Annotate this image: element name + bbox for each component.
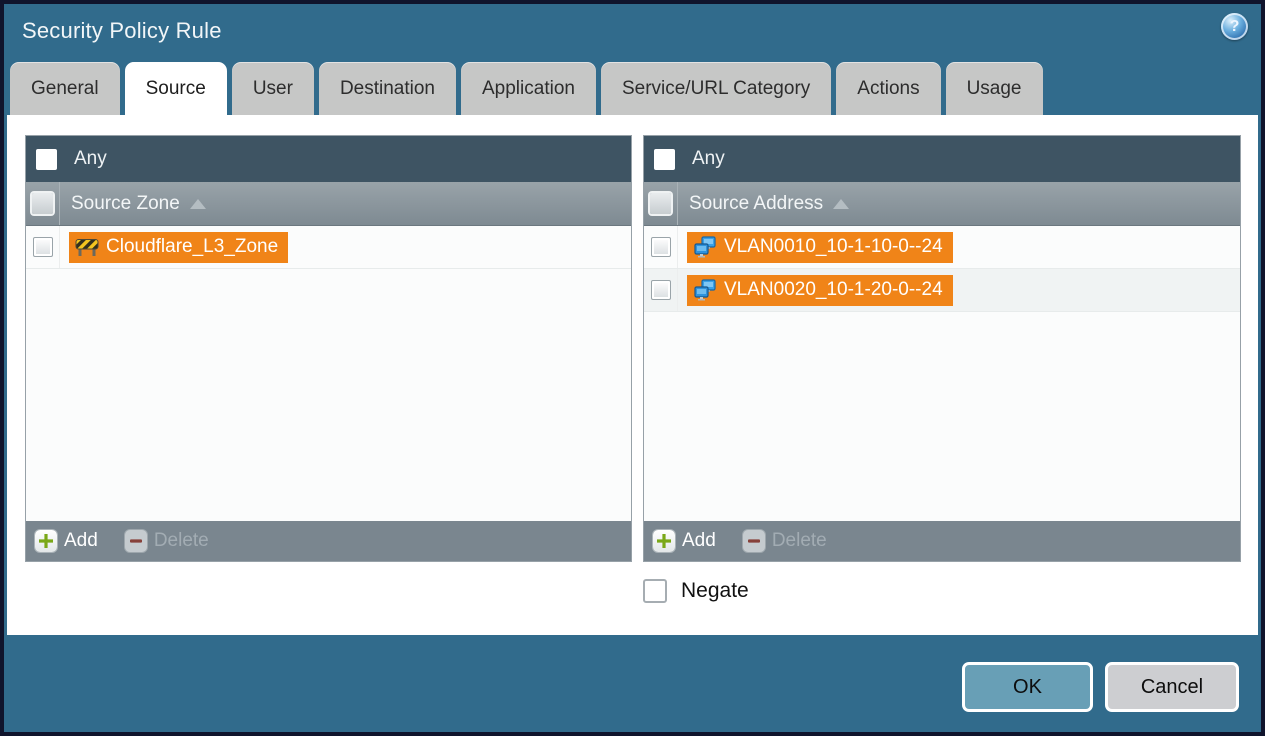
source-zone-header-checkbox-cell — [26, 182, 60, 225]
add-plus-icon — [35, 530, 57, 552]
source-zone-column-title: Source Zone — [71, 192, 180, 214]
source-address-any-header: Any — [644, 136, 1240, 182]
table-row[interactable]: VLAN0020_10-1-20-0--24 — [644, 269, 1240, 312]
tab-usage[interactable]: Usage — [945, 62, 1043, 115]
help-icon[interactable]: ? — [1221, 13, 1248, 40]
source-zone-any-header: Any — [26, 136, 631, 182]
source-zone-select-all-checkbox[interactable] — [32, 193, 53, 214]
add-button-label: Add — [682, 530, 716, 551]
tab-general[interactable]: General — [10, 62, 120, 115]
zone-entry-label: Cloudflare_L3_Zone — [106, 236, 279, 257]
table-row[interactable]: VLAN0010_10-1-10-0--24 — [644, 226, 1240, 269]
address-entry-badge[interactable]: VLAN0010_10-1-10-0--24 — [687, 231, 953, 263]
source-tab-content: Any Source Zone Cloudflare_L3_Zone Add D… — [7, 115, 1258, 635]
table-row[interactable]: Cloudflare_L3_Zone — [26, 226, 631, 269]
sort-ascending-icon — [833, 198, 850, 209]
dialog-title: Security Policy Rule — [22, 18, 222, 43]
security-policy-rule-dialog: Security Policy Rule ? General Source Us… — [4, 4, 1261, 732]
cancel-button[interactable]: Cancel — [1105, 662, 1239, 712]
delete-button-label: Delete — [771, 530, 827, 551]
source-zone-any-label: Any — [74, 148, 107, 169]
zone-icon — [75, 239, 99, 256]
source-address-select-all-checkbox[interactable] — [650, 193, 671, 214]
tab-service-url-category[interactable]: Service/URL Category — [600, 62, 832, 115]
source-zone-panel: Any Source Zone Cloudflare_L3_Zone Add D… — [25, 135, 632, 562]
delete-button[interactable]: Delete — [124, 530, 209, 552]
zone-entry-badge[interactable]: Cloudflare_L3_Zone — [69, 231, 289, 263]
source-address-list: VLAN0010_10-1-10-0--24 VLAN0020_10-1-20-… — [644, 226, 1240, 521]
source-zone-toolbar: Add Delete — [26, 521, 631, 561]
source-zone-column-header[interactable]: Source Zone — [26, 182, 631, 226]
tab-user[interactable]: User — [231, 62, 314, 115]
source-address-panel: Any Source Address VLAN0010_10-1-10-0--2… — [643, 135, 1241, 562]
add-button[interactable]: Add — [35, 530, 98, 552]
source-address-header-checkbox-cell — [644, 182, 678, 225]
negate-label: Negate — [681, 579, 749, 602]
add-button-label: Add — [64, 530, 98, 551]
add-plus-icon — [653, 530, 675, 552]
source-address-any-checkbox[interactable] — [654, 148, 675, 170]
row-checkbox[interactable] — [650, 280, 671, 300]
address-icon — [694, 279, 716, 301]
negate-checkbox[interactable] — [643, 579, 667, 603]
delete-minus-icon — [742, 530, 765, 552]
delete-minus-icon — [124, 530, 147, 552]
row-checkbox-cell — [26, 226, 60, 268]
row-checkbox[interactable] — [32, 237, 53, 257]
source-address-toolbar: Add Delete — [644, 521, 1240, 561]
sort-ascending-icon — [189, 198, 206, 209]
tab-source[interactable]: Source — [124, 62, 227, 115]
tab-application[interactable]: Application — [461, 62, 596, 115]
ok-button[interactable]: OK — [962, 662, 1093, 712]
tab-actions[interactable]: Actions — [836, 62, 941, 115]
address-entry-badge[interactable]: VLAN0020_10-1-20-0--24 — [687, 274, 953, 306]
row-checkbox[interactable] — [650, 237, 671, 257]
source-address-any-label: Any — [692, 148, 725, 169]
address-entry-label: VLAN0020_10-1-20-0--24 — [724, 279, 943, 300]
address-entry-label: VLAN0010_10-1-10-0--24 — [724, 236, 943, 257]
delete-button[interactable]: Delete — [742, 530, 827, 552]
source-zone-list: Cloudflare_L3_Zone — [26, 226, 631, 521]
add-button[interactable]: Add — [653, 530, 716, 552]
source-zone-any-checkbox[interactable] — [36, 148, 57, 170]
row-checkbox-cell — [644, 226, 678, 268]
source-address-column-header[interactable]: Source Address — [644, 182, 1240, 226]
row-checkbox-cell — [644, 269, 678, 311]
tab-destination[interactable]: Destination — [318, 62, 456, 115]
negate-option: Negate — [643, 579, 749, 603]
delete-button-label: Delete — [153, 530, 209, 551]
source-address-column-title: Source Address — [689, 192, 824, 214]
address-icon — [694, 236, 716, 258]
tab-bar: General Source User Destination Applicat… — [10, 62, 1261, 115]
